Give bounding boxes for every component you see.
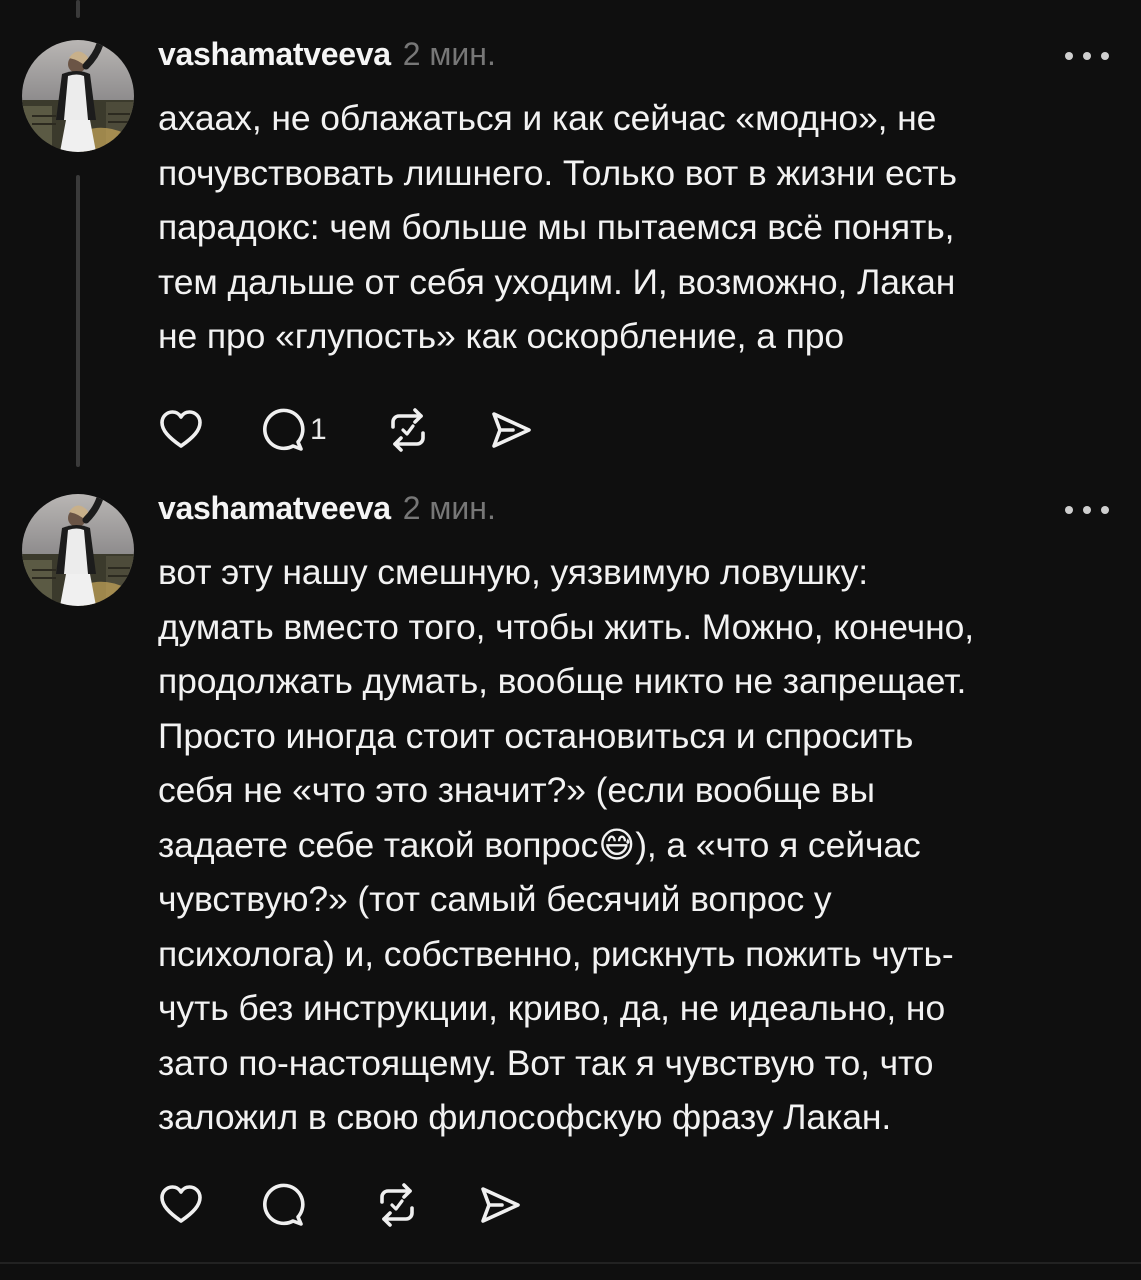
comment-icon [263, 1183, 305, 1226]
repost-icon [390, 408, 425, 452]
repost-button[interactable] [374, 1182, 420, 1228]
post-text: вот эту нашу смешную, уязвимую ловушку: … [158, 552, 974, 1137]
like-button[interactable] [158, 407, 204, 453]
more-icon-dot [1101, 506, 1109, 514]
more-icon-dot [1101, 52, 1109, 60]
timestamp[interactable]: 2 мин. [403, 36, 496, 73]
more-icon [1065, 506, 1073, 514]
heart-icon [160, 1185, 202, 1223]
divider [0, 1262, 1141, 1264]
heart-icon [160, 410, 202, 448]
reply-button[interactable] [260, 1182, 310, 1228]
share-icon [481, 1187, 520, 1223]
repost-button[interactable] [385, 407, 431, 453]
avatar[interactable] [22, 494, 134, 606]
more-icon-dot [1083, 52, 1091, 60]
post-header: vashamatveeva 2 мин. [158, 36, 496, 80]
like-button[interactable] [158, 1182, 204, 1228]
timestamp[interactable]: 2 мин. [403, 490, 496, 527]
more-icon-dot [1083, 506, 1091, 514]
thread-post: vashamatveeva 2 мин. вот эту нашу смешну… [0, 480, 1141, 1260]
post-text: ахаах, не облажаться и как сейчас «модно… [158, 98, 957, 356]
username[interactable]: vashamatveeva [158, 490, 391, 527]
more-options-button[interactable] [1065, 498, 1109, 522]
avatar[interactable] [22, 40, 134, 152]
repost-icon [380, 1183, 414, 1227]
username[interactable]: vashamatveeva [158, 36, 391, 73]
more-options-button[interactable] [1065, 44, 1109, 68]
post-actions [158, 1180, 578, 1230]
reply-count: 1 [310, 413, 327, 446]
reply-button[interactable]: 1 [260, 407, 327, 453]
share-icon [491, 412, 531, 448]
share-button[interactable] [476, 1182, 522, 1228]
post-actions: 1 [158, 405, 589, 455]
thread-post: vashamatveeva 2 мин. ахаах, не облажатьс… [0, 0, 1141, 480]
share-button[interactable] [487, 407, 533, 453]
more-icon [1065, 52, 1073, 60]
post-header: vashamatveeva 2 мин. [158, 490, 496, 534]
comment-icon [263, 408, 305, 451]
